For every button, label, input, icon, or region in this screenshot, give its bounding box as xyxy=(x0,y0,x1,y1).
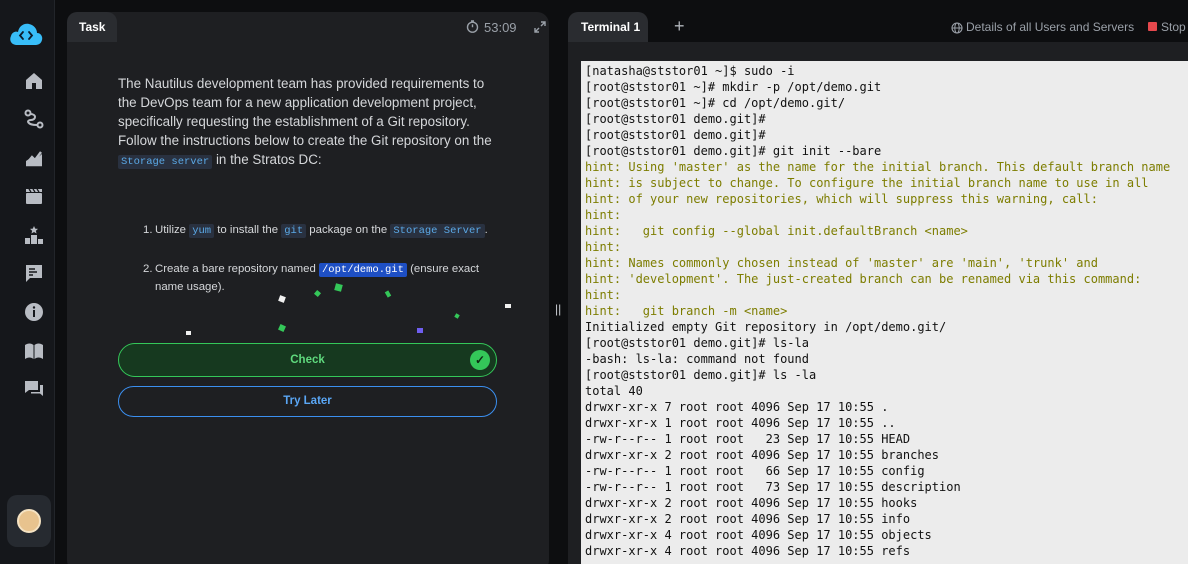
step-text: Create a bare repository named xyxy=(155,263,319,275)
expand-icon[interactable] xyxy=(534,20,546,33)
check-button[interactable]: Check ✓ xyxy=(118,343,497,377)
terminal-line: total 40 xyxy=(585,384,643,398)
home-icon[interactable] xyxy=(23,70,45,92)
info-icon[interactable] xyxy=(23,301,45,323)
terminal-line: hint: git branch -m <name> xyxy=(585,304,788,318)
details-users-servers-link[interactable]: Details of all Users and Servers xyxy=(966,20,1134,34)
chart-icon[interactable] xyxy=(23,146,45,168)
terminal-line: drwxr-xr-x 2 root root 4096 Sep 17 10:55… xyxy=(585,448,940,462)
terminal-line: hint: is subject to change. To configure… xyxy=(585,176,1149,190)
terminal-line: hint: of your new repositories, which wi… xyxy=(585,192,1098,206)
feedback-icon[interactable] xyxy=(23,262,45,284)
intro-text: The Nautilus development team has provid… xyxy=(118,76,492,148)
try-later-button[interactable]: Try Later xyxy=(118,386,497,417)
terminal-line: drwxr-xr-x 2 root root 4096 Sep 17 10:55… xyxy=(585,512,911,526)
terminal-line: [root@ststor01 ~]# mkdir -p /opt/demo.gi… xyxy=(585,80,882,94)
terminal-line: [root@ststor01 ~]# cd /opt/demo.git/ xyxy=(585,96,846,110)
step-2: 2. Create a bare repository named /opt/d… xyxy=(143,261,503,296)
terminal-line: [natasha@ststor01 ~]$ sudo -i xyxy=(585,64,795,78)
step-number: 2. xyxy=(143,263,153,275)
path-icon[interactable] xyxy=(23,108,45,130)
storage-server-code: Storage server xyxy=(118,155,213,169)
terminal-line: drwxr-xr-x 1 root root 4096 Sep 17 10:55… xyxy=(585,416,896,430)
yum-code: yum xyxy=(189,224,215,238)
step-1: 1. Utilize yum to install the git packag… xyxy=(143,222,503,240)
repo-path-code: /opt/demo.git xyxy=(319,263,407,277)
terminal-line: hint: Using 'master' as the name for the… xyxy=(585,160,1171,174)
confetti-piece xyxy=(417,328,423,333)
terminal-line: hint: Names commonly chosen instead of '… xyxy=(585,256,1098,270)
panel-resize-handle[interactable]: || xyxy=(555,302,561,316)
git-code: git xyxy=(281,224,307,238)
terminal-line: hint: xyxy=(585,208,622,222)
clapper-icon[interactable] xyxy=(23,185,45,207)
terminal-line: -bash: ls-la: command not found xyxy=(585,352,809,366)
logo-cloud-icon[interactable] xyxy=(8,20,44,50)
terminal-line: drwxr-xr-x 4 root root 4096 Sep 17 10:55… xyxy=(585,544,911,558)
checkmark-icon: ✓ xyxy=(470,350,490,370)
confetti-piece xyxy=(505,304,511,308)
book-icon[interactable] xyxy=(23,340,45,362)
task-panel: Task 53:09 The Nautilus development team… xyxy=(67,12,549,564)
terminal-line: Initialized empty Git repository in /opt… xyxy=(585,320,947,334)
terminal-line: [root@ststor01 demo.git]# ls-la xyxy=(585,336,809,350)
add-tab-button[interactable]: + xyxy=(674,16,685,37)
app-root: Task 53:09 The Nautilus development team… xyxy=(0,0,1188,564)
terminal-line: [root@ststor01 demo.git]# xyxy=(585,128,766,142)
terminal-line: hint: git config --global init.defaultBr… xyxy=(585,224,968,238)
stop-button[interactable]: Stop xyxy=(1161,20,1186,34)
terminal-line: drwxr-xr-x 2 root root 4096 Sep 17 10:55… xyxy=(585,496,918,510)
tab-terminal-1[interactable]: Terminal 1 xyxy=(568,12,648,42)
chat-icon[interactable] xyxy=(23,378,45,400)
confetti-piece xyxy=(454,313,460,319)
terminal-line: hint: 'development'. The just-created br… xyxy=(585,272,1142,286)
avatar[interactable] xyxy=(7,495,51,547)
tab-task[interactable]: Task xyxy=(67,12,117,42)
confetti-piece xyxy=(278,324,286,332)
step-text: to install the xyxy=(214,224,282,236)
terminal-line: [root@ststor01 demo.git]# ls -la xyxy=(585,368,817,382)
stop-icon[interactable] xyxy=(1148,22,1157,31)
task-header: Task 53:09 xyxy=(67,12,549,42)
terminal-line: hint: xyxy=(585,288,622,302)
terminal-line: [root@ststor01 demo.git]# git init --bar… xyxy=(585,144,882,158)
terminal-line: drwxr-xr-x 7 root root 4096 Sep 17 10:55… xyxy=(585,400,889,414)
leaderboard-icon[interactable] xyxy=(23,224,45,246)
terminal-line: -rw-r--r-- 1 root root 23 Sep 17 10:55 H… xyxy=(585,432,911,446)
terminal-output[interactable]: [natasha@ststor01 ~]$ sudo -i [root@ststo… xyxy=(581,61,1188,564)
step-text: . xyxy=(484,224,488,236)
timer-text: 53:09 xyxy=(484,20,517,35)
terminal-line: [root@ststor01 demo.git]# xyxy=(585,112,766,126)
terminal-line: hint: xyxy=(585,240,622,254)
check-button-label: Check xyxy=(290,354,325,366)
timer-icon xyxy=(466,20,479,33)
globe-icon xyxy=(951,21,963,34)
step-number: 1. xyxy=(143,224,153,236)
task-description: The Nautilus development team has provid… xyxy=(118,74,498,172)
terminal-header: Terminal 1 + Details of all Users and Se… xyxy=(568,12,1188,42)
terminal-line: -rw-r--r-- 1 root root 66 Sep 17 10:55 c… xyxy=(585,464,925,478)
terminal-line: -rw-r--r-- 1 root root 73 Sep 17 10:55 d… xyxy=(585,480,961,494)
intro-text-end: in the Stratos DC: xyxy=(212,152,322,167)
avatar-face-icon xyxy=(17,509,41,533)
terminal-line: drwxr-xr-x 4 root root 4096 Sep 17 10:55… xyxy=(585,528,932,542)
task-steps: 1. Utilize yum to install the git packag… xyxy=(143,222,503,317)
step-text: package on the xyxy=(306,224,391,236)
sidebar xyxy=(0,0,55,564)
step-text: Utilize xyxy=(155,224,190,236)
confetti-piece xyxy=(186,331,191,335)
storage-server-code: Storage Server xyxy=(390,224,485,238)
